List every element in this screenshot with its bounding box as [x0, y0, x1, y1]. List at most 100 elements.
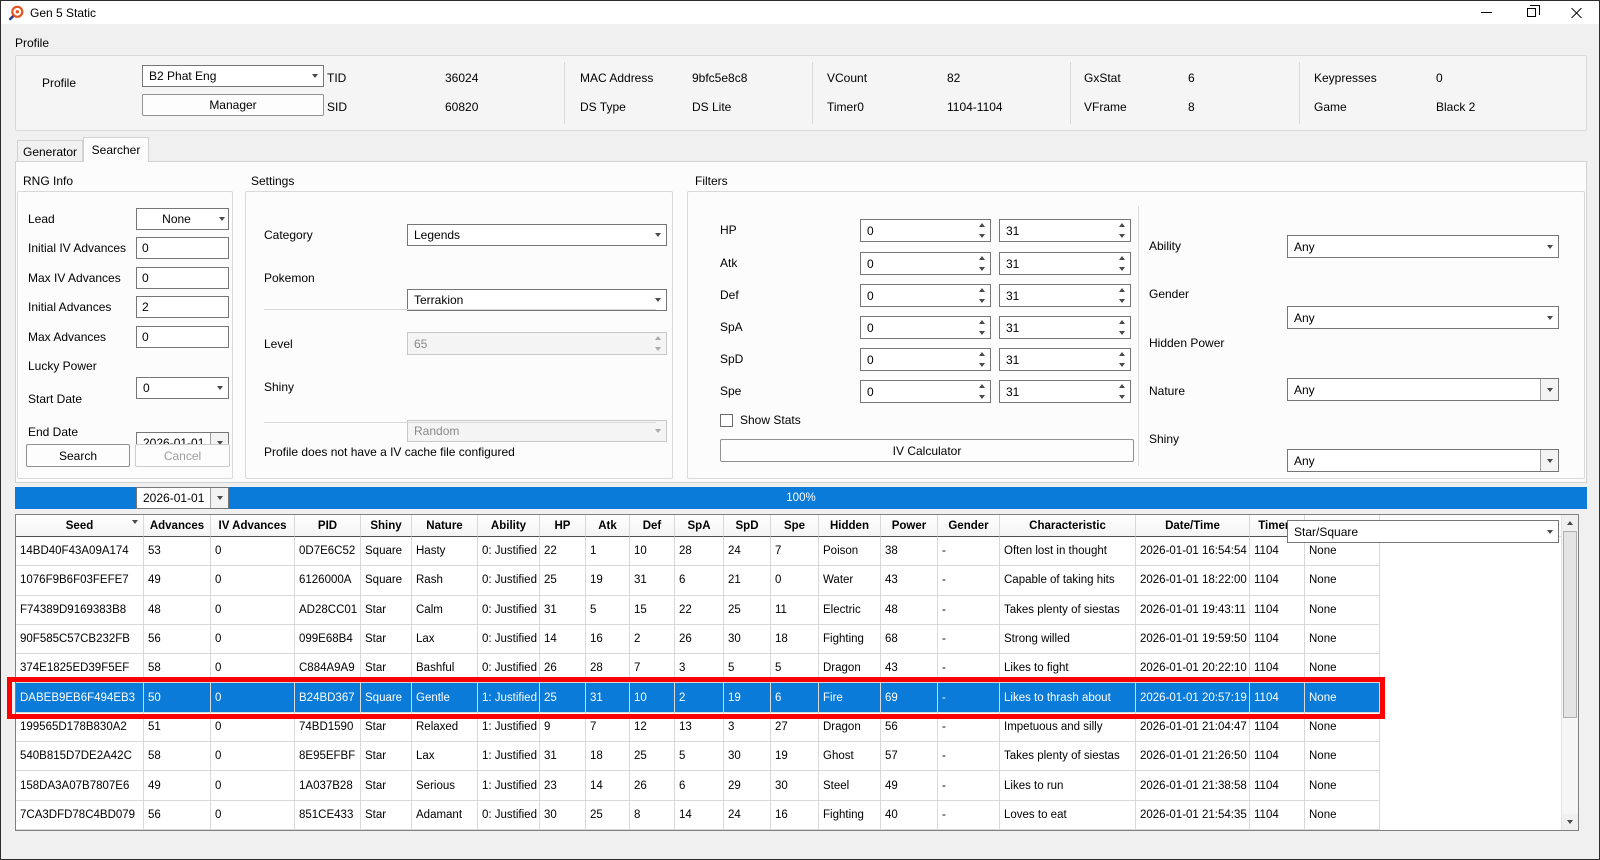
profile-field-value: 0 — [1436, 71, 1443, 85]
table-row[interactable]: 374E1825ED39F5EF 58 0 C884A9A9 Star Bashful 0:… — [16, 654, 1380, 684]
table-row[interactable]: 199565D178B830A2 51 0 74BD1590 Star Relaxed 1:… — [16, 712, 1380, 743]
column-header-spa[interactable]: SpA — [675, 515, 724, 537]
column-header-shiny[interactable]: Shiny — [361, 515, 412, 537]
show-stats-checkbox[interactable] — [720, 414, 733, 427]
iv-min-spinner[interactable]: 0 — [860, 252, 991, 275]
iv-max-spinner[interactable]: 31 — [999, 284, 1131, 307]
column-header-iv-advances[interactable]: IV Advances — [211, 515, 295, 537]
cell: 14 — [586, 771, 630, 801]
filter-select[interactable]: Any — [1287, 449, 1559, 472]
iv-min-spinner[interactable]: 0 — [860, 348, 991, 371]
iv-max-spinner[interactable]: 31 — [999, 219, 1131, 242]
column-header-hidden[interactable]: Hidden — [819, 515, 881, 537]
profile-field-value: 82 — [947, 71, 961, 85]
column-header-seed[interactable]: Seed — [16, 515, 144, 537]
table-row[interactable]: 1076F9B6F03FEFE7 49 0 6126000A Square Rash 0: … — [16, 566, 1380, 596]
column-header-ability[interactable]: Ability — [478, 515, 540, 537]
pokemon-select[interactable]: Terrakion — [407, 289, 667, 311]
column-header-atk[interactable]: Atk — [586, 515, 630, 537]
spin-buttons[interactable] — [1113, 381, 1130, 402]
iv-min-spinner[interactable]: 0 — [860, 284, 991, 307]
column-header-nature[interactable]: Nature — [412, 515, 478, 537]
spin-buttons[interactable] — [973, 349, 990, 370]
column-header-gender[interactable]: Gender — [938, 515, 1000, 537]
column-header-advances[interactable]: Advances — [144, 515, 211, 537]
iv-min-spinner[interactable]: 0 — [860, 316, 991, 339]
cell: 1: Justified — [478, 742, 540, 772]
level-spinner[interactable]: 65 — [407, 332, 667, 355]
table-row[interactable]: 14BD40F43A09A174 53 0 0D7E6C52 Square Hasty 0:… — [16, 537, 1380, 567]
minimize-button[interactable] — [1464, 1, 1509, 24]
iv-max-spinner[interactable]: 31 — [999, 380, 1131, 403]
spin-buttons[interactable] — [649, 333, 666, 354]
column-header-characteristic[interactable]: Characteristic — [1000, 515, 1136, 537]
table-row[interactable]: 7CA3DFD78C4BD079 56 0 851CE433 Star Adamant 0:… — [16, 800, 1380, 830]
chevron-down-icon — [216, 496, 223, 500]
rng-field-input[interactable]: 0 — [136, 267, 229, 289]
spin-buttons[interactable] — [1113, 220, 1130, 241]
filter-select[interactable]: Any — [1287, 306, 1559, 329]
rng-field-input[interactable]: 0 — [136, 326, 229, 348]
column-header-hp[interactable]: HP — [540, 515, 586, 537]
tab-searcher[interactable]: Searcher — [83, 137, 149, 162]
search-button[interactable]: Search — [26, 444, 130, 467]
category-select[interactable]: Legends — [407, 224, 667, 246]
column-header-def[interactable]: Def — [630, 515, 675, 537]
spin-buttons[interactable] — [973, 285, 990, 306]
cell: 0D7E6C52 — [295, 537, 361, 567]
spin-buttons[interactable] — [973, 220, 990, 241]
divider — [1299, 62, 1300, 124]
tab-generator[interactable]: Generator — [17, 140, 83, 162]
iv-max-spinner[interactable]: 31 — [999, 316, 1131, 339]
cell: Star — [361, 800, 412, 830]
column-header-pid[interactable]: PID — [295, 515, 361, 537]
table-row[interactable]: 158DA3A07B7807E6 49 0 1A037B28 Star Serious 1:… — [16, 771, 1380, 801]
rng-field-select[interactable]: 0 — [136, 377, 229, 399]
chevron-down-icon — [1118, 394, 1125, 399]
close-button[interactable] — [1554, 1, 1599, 24]
spin-buttons[interactable] — [973, 317, 990, 338]
chevron-up-icon — [1118, 384, 1125, 389]
scrollbar-thumb[interactable] — [1563, 531, 1577, 718]
filter-select[interactable]: Any — [1287, 235, 1559, 258]
spin-buttons[interactable] — [973, 381, 990, 402]
iv-min-spinner[interactable]: 0 — [860, 219, 991, 242]
lead-select[interactable]: None — [136, 208, 229, 230]
column-header-date-time[interactable]: Date/Time — [1136, 515, 1250, 537]
iv-max-spinner[interactable]: 31 — [999, 252, 1131, 275]
filter-combo-label: Gender — [1149, 287, 1190, 301]
rng-field-input[interactable]: 2 — [136, 296, 229, 318]
shiny-setting-select[interactable]: Random — [407, 420, 667, 442]
spin-buttons[interactable] — [1113, 285, 1130, 306]
spin-buttons[interactable] — [1113, 349, 1130, 370]
iv-min-spinner[interactable]: 0 — [860, 380, 991, 403]
column-header-spd[interactable]: SpD — [724, 515, 771, 537]
filter-select[interactable]: Any — [1287, 378, 1559, 401]
cancel-button[interactable]: Cancel — [135, 444, 230, 467]
restore-button[interactable] — [1509, 1, 1554, 24]
date-picker[interactable]: 2026-01-01 — [136, 487, 229, 509]
scroll-down-icon — [1567, 820, 1573, 824]
spin-buttons[interactable] — [1113, 253, 1130, 274]
spin-buttons[interactable] — [973, 253, 990, 274]
manager-button[interactable]: Manager — [142, 94, 324, 116]
table-row[interactable]: DABEB9EB6F494EB3 50 0 B24BD367 Square Gentle 1… — [16, 683, 1380, 713]
scroll-down-button[interactable] — [1562, 814, 1578, 830]
table-row[interactable]: F74389D9169383B8 48 0 AD28CC01 Star Calm 0: Ju… — [16, 595, 1380, 625]
iv-max-spinner[interactable]: 31 — [999, 348, 1131, 371]
filter-select[interactable]: Star/Square — [1287, 520, 1559, 543]
spin-down-icon — [973, 231, 990, 242]
table-row[interactable]: 540B815D7DE2A42C 58 0 8E95EFBF Star Lax 1: Jus… — [16, 742, 1380, 772]
spin-buttons[interactable] — [1113, 317, 1130, 338]
iv-calculator-button[interactable]: IV Calculator — [720, 439, 1134, 462]
rng-field-input[interactable]: 0 — [136, 237, 229, 259]
column-header-spe[interactable]: Spe — [771, 515, 819, 537]
cell: 18 — [586, 742, 630, 772]
vertical-scrollbar[interactable] — [1561, 515, 1578, 830]
scroll-up-button[interactable] — [1562, 515, 1578, 531]
column-header-power[interactable]: Power — [881, 515, 938, 537]
spin-up-icon — [973, 253, 990, 264]
column-header-text: Def — [642, 519, 662, 532]
profile-select[interactable]: B2 Phat Eng — [142, 65, 324, 87]
table-row[interactable]: 90F585C57CB232FB 56 0 099E68B4 Star Lax 0: Jus… — [16, 624, 1380, 655]
